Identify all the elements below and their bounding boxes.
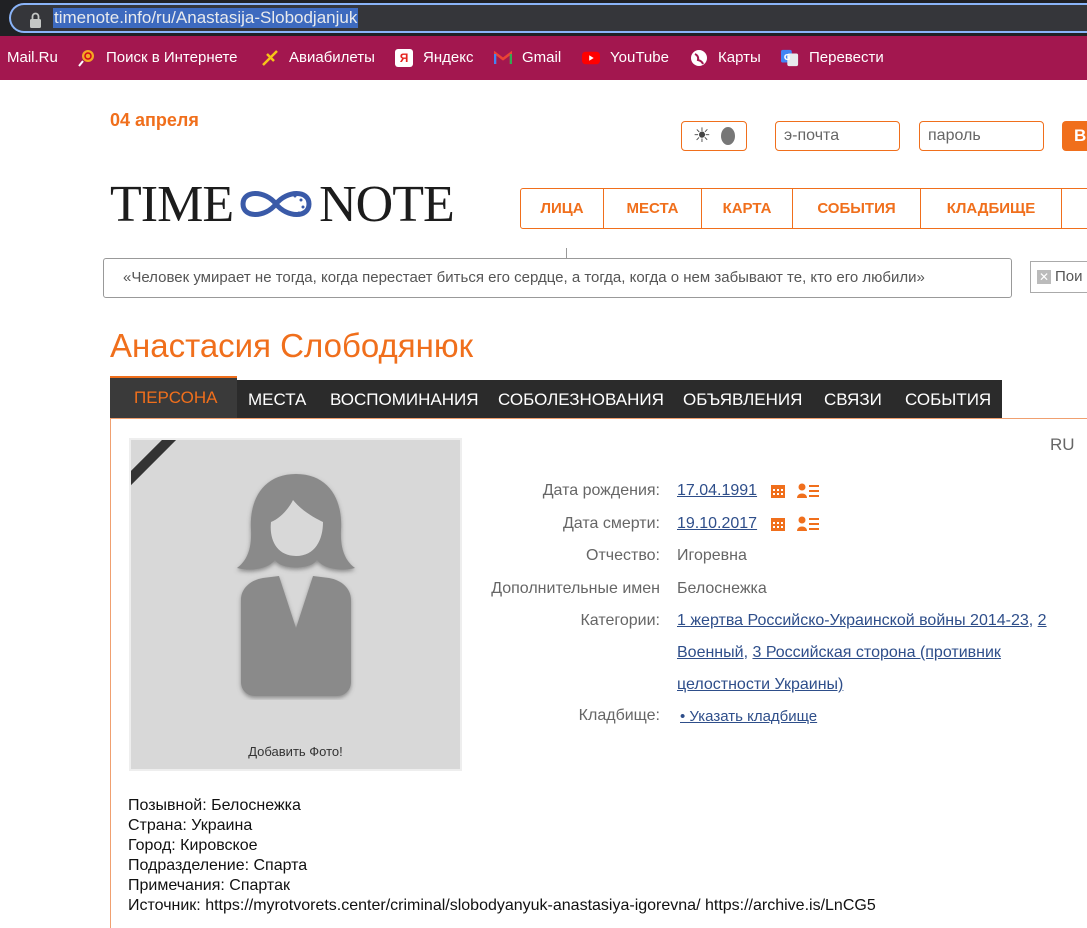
bio-line: Источник: https://myrotvorets.center/cri… [128,897,876,914]
bookmark-label: Авиабилеты [289,49,375,66]
bookmark-label: Карты [718,49,761,66]
death-date-actions [771,516,819,531]
birth-date-actions [771,483,819,498]
patronymic-label: Отчество: [586,547,660,564]
gmail-icon [494,49,512,67]
tab-connections[interactable]: СВЯЗИ [824,380,882,418]
bio-line: Подразделение: Спарта [128,857,308,874]
logo-text-left: TIME [110,175,234,233]
death-date-link[interactable]: 19.10.2017 [677,515,757,533]
tab-places[interactable]: МЕСТА [248,380,306,418]
extra-names-label: Дополнительные имен [491,580,660,597]
infinity-icon [240,191,312,217]
person-tabs: ПЕРСОНА МЕСТА ВОСПОМИНАНИЯ СОБОЛЕЗНОВАНИ… [110,376,1002,418]
nav-events[interactable]: СОБЫТИЯ [793,189,921,228]
login-button[interactable]: В [1062,121,1087,151]
moon-icon [720,127,735,145]
language-switch[interactable]: RU [1050,435,1075,455]
bookmark-yandex[interactable]: Я Яндекс [395,47,473,69]
birth-date-link[interactable]: 17.04.1991 [677,482,757,500]
nav-cemetery[interactable]: КЛАДБИЩЕ [921,189,1062,228]
password-field[interactable] [919,121,1044,151]
translate-icon: G [781,49,799,67]
current-date: 04 апреля [110,110,199,130]
tab-memories[interactable]: ВОСПОМИНАНИЯ [330,380,478,418]
site-logo[interactable]: TIME NOTE [110,176,455,233]
bookmark-label: Яндекс [423,49,474,66]
theme-toggle[interactable]: ☀ [681,121,747,151]
categories-label: Категории: [580,612,660,629]
nav-map[interactable]: КАРТА [702,189,793,228]
person-list-icon[interactable] [797,483,819,498]
bookmark-gmail[interactable]: Gmail [494,47,561,69]
bookmark-mailru[interactable]: Mail.Ru [7,47,58,69]
bookmark-label: Gmail [522,49,562,66]
lollipop-icon [78,49,96,67]
biography: Позывной: Белоснежка Страна: Украина Гор… [128,796,876,916]
bio-line: Позывной: Белоснежка [128,797,301,814]
bookmark-search[interactable]: Поиск в Интернете [78,47,238,69]
tab-announcements[interactable]: ОБЪЯВЛЕНИЯ [683,380,802,418]
category-link[interactable]: 1 жертва Российско-Украинской войны 2014… [677,612,1029,629]
bookmark-label: Mail.Ru [7,49,58,66]
tab-person[interactable]: ПЕРСОНА [110,376,237,418]
bookmark-flights[interactable]: Авиабилеты [261,47,375,69]
add-photo-caption[interactable]: Добавить Фото! [131,744,460,759]
calendar-icon[interactable] [771,517,785,531]
globe-icon [690,49,708,67]
bio-line: Страна: Украина [128,817,253,834]
profile-photo[interactable]: Добавить Фото! [129,438,462,771]
calendar-icon[interactable] [771,484,785,498]
bookmark-label: YouTube [610,49,669,66]
cemetery-label: Кладбище: [578,707,660,724]
death-date-label: Дата смерти: [562,515,660,532]
bookmark-youtube[interactable]: YouTube [582,47,669,69]
person-placeholder-icon [237,474,355,696]
bio-line: Примечания: Спартак [128,877,290,894]
set-cemetery-link[interactable]: • Указать кладбище [680,708,817,725]
search-label: Пои [1055,268,1083,285]
bookmark-maps[interactable]: Карты [690,47,761,69]
yandex-icon: Я [395,49,413,67]
bookmark-translate[interactable]: G Перевести [781,47,884,69]
browser-address-strip: timenote.info/ru/Anastasija-Slobodjanjuk [0,0,1087,36]
quote-banner: «Человек умирает не тогда, когда переста… [103,258,1012,298]
nav-places[interactable]: МЕСТА [604,189,702,228]
extra-names-value: Белоснежка [677,580,767,597]
patronymic-value: Игоревна [677,547,747,564]
search-button[interactable]: ✕ Пои [1030,261,1087,293]
close-icon: ✕ [1037,270,1051,284]
bio-line: Город: Кировское [128,837,258,854]
nav-more[interactable] [1062,189,1087,228]
youtube-icon [582,49,600,67]
address-bar[interactable]: timenote.info/ru/Anastasija-Slobodjanjuk [9,3,1087,33]
tab-condolences[interactable]: СОБОЛЕЗНОВАНИЯ [498,380,664,418]
svg-text:G: G [784,52,791,62]
plane-icon [261,49,279,67]
divider [566,248,567,258]
bookmarks-bar: Mail.Ru Поиск в Интернете Авиабилеты Я Я… [0,36,1087,80]
bookmark-label: Перевести [809,49,884,66]
nav-faces[interactable]: ЛИЦА [521,189,604,228]
mourning-ribbon [131,440,199,496]
bookmark-label: Поиск в Интернете [106,49,238,66]
page-title: Анастасия Слободянюк [110,327,474,364]
logo-text-right: NOTE [319,175,455,233]
lock-icon [30,12,41,28]
url-text[interactable]: timenote.info/ru/Anastasija-Slobodjanjuk [53,8,359,28]
main-navigation: ЛИЦА МЕСТА КАРТА СОБЫТИЯ КЛАДБИЩЕ [520,188,1087,229]
email-field[interactable] [775,121,900,151]
tab-events[interactable]: СОБЫТИЯ [905,380,991,418]
sun-icon: ☀ [693,125,711,147]
birth-date-label: Дата рождения: [542,482,660,499]
person-list-icon[interactable] [797,516,819,531]
categories-list: 1 жертва Российско-Украинской войны 2014… [677,612,1047,693]
